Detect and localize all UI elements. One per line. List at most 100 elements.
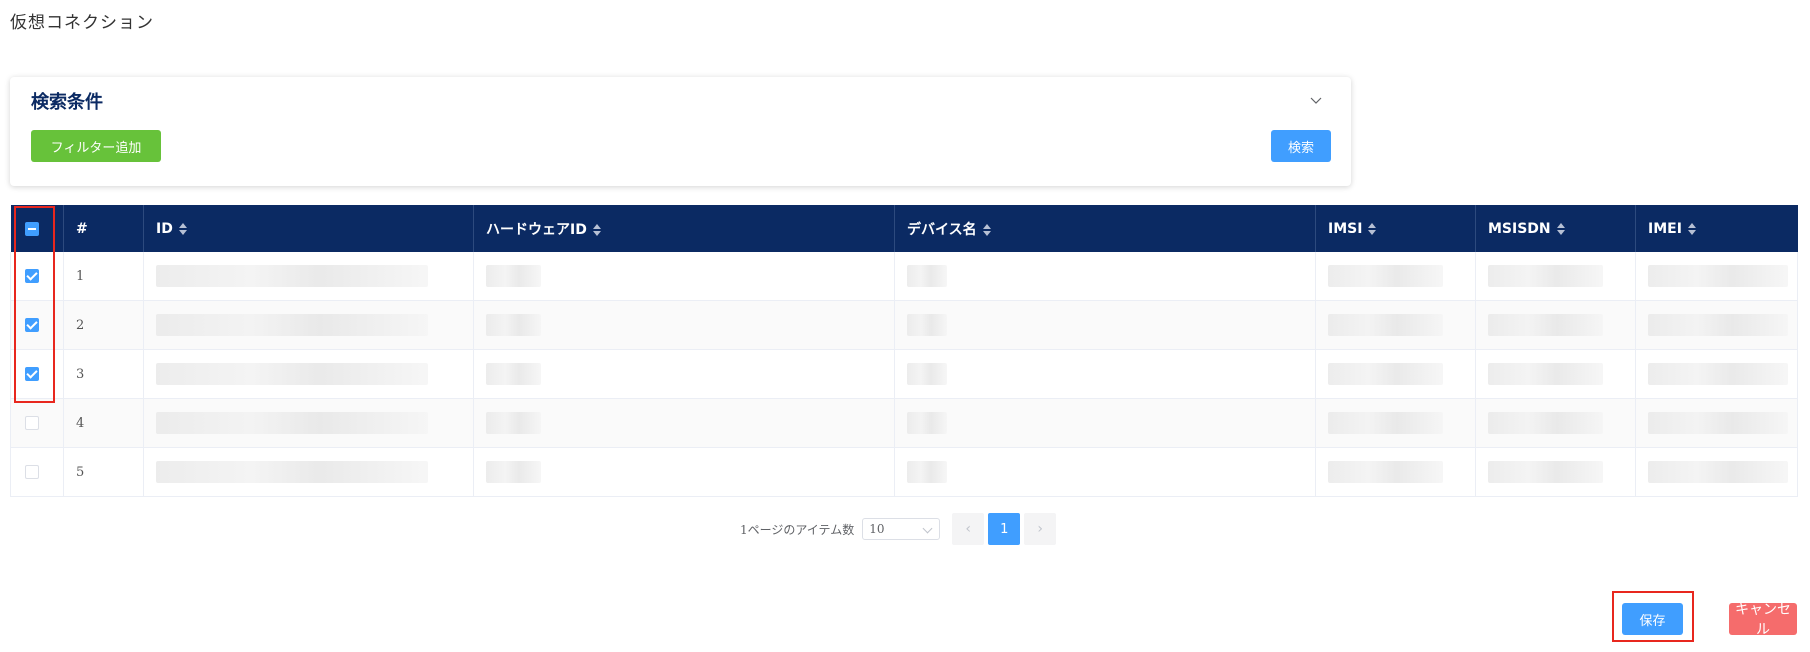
prev-page-button[interactable]: ‹ [952,513,985,545]
page-size-value: 10 [869,522,885,536]
device-name-cell [894,300,1316,350]
column-header-imsi[interactable]: IMSI [1315,205,1476,252]
save-button[interactable]: 保存 [1622,603,1683,635]
column-header-device-name[interactable]: デバイス名 [894,205,1316,252]
hardware-id-cell [473,300,895,350]
redacted-value [907,265,947,287]
imsi-cell [1315,300,1476,350]
column-label: MSISDN [1488,220,1551,237]
hardware-id-cell [473,447,895,497]
row-select-cell [10,349,64,399]
imei-cell [1635,398,1798,448]
column-label: ハードウェアID [486,221,587,238]
imsi-cell [1315,349,1476,399]
page-title: 仮想コネクション [10,13,154,33]
sort-icon[interactable] [982,223,991,236]
row-index: 4 [63,398,144,448]
column-label: デバイス名 [907,221,977,238]
msisdn-cell [1475,398,1636,448]
cancel-button[interactable]: キャンセル [1729,602,1797,638]
redacted-value [1648,265,1788,287]
search-panel-title: 検索条件 [31,92,103,113]
id-cell [143,447,474,497]
redacted-value [907,412,947,434]
column-label: IMEI [1648,220,1682,237]
row-select-cell [10,447,64,497]
redacted-value [486,314,541,336]
redacted-value [156,412,428,434]
redacted-value [1648,412,1788,434]
msisdn-cell [1475,349,1636,399]
hardware-id-cell [473,252,895,301]
redacted-value [486,412,541,434]
redacted-value [907,363,947,385]
device-name-cell [894,398,1316,448]
column-header-msisdn[interactable]: MSISDN [1475,205,1636,252]
table-row[interactable]: 4 [10,398,1798,448]
next-page-button[interactable]: › [1024,513,1057,545]
page-number-button[interactable]: 1 [988,513,1021,545]
redacted-value [907,461,947,483]
items-per-page-label: 1ページのアイテム数 [740,522,855,537]
row-checkbox[interactable] [25,318,39,332]
row-index: 5 [63,447,144,497]
row-index: 1 [63,252,144,301]
sort-icon[interactable] [1556,222,1565,235]
redacted-value [156,314,428,336]
device-name-cell [894,349,1316,399]
sort-icon[interactable] [1368,222,1377,235]
row-select-cell [10,398,64,448]
imsi-cell [1315,398,1476,448]
redacted-value [1488,314,1603,336]
column-label: # [76,220,88,237]
sort-icon[interactable] [1687,222,1696,235]
page-size-select[interactable]: 10 [862,518,941,540]
search-button[interactable]: 検索 [1271,130,1331,162]
redacted-value [907,314,947,336]
redacted-value [486,265,541,287]
row-checkbox[interactable] [25,269,39,283]
select-all-checkbox[interactable] [24,221,39,236]
table-row[interactable]: 1 [10,252,1798,301]
column-header-hardware-id[interactable]: ハードウェアID [473,205,895,252]
device-name-cell [894,252,1316,301]
column-header-id[interactable]: ID [143,205,474,252]
redacted-value [1488,363,1603,385]
id-cell [143,398,474,448]
redacted-value [1648,314,1788,336]
row-checkbox[interactable] [25,367,39,381]
chevron-down-icon[interactable] [1309,93,1323,107]
search-panel: 検索条件 フィルター追加 検索 [10,77,1351,186]
row-index: 3 [63,349,144,399]
table-row[interactable]: 2 [10,300,1798,350]
table-row[interactable]: 5 [10,447,1798,497]
add-filter-button[interactable]: フィルター追加 [31,130,161,162]
redacted-value [1648,363,1788,385]
column-header-imei[interactable]: IMEI [1635,205,1798,252]
select-all-header [10,205,64,252]
redacted-value [1328,363,1443,385]
imei-cell [1635,252,1798,301]
redacted-value [1328,461,1443,483]
redacted-value [156,265,428,287]
msisdn-cell [1475,252,1636,301]
column-label: IMSI [1328,220,1363,237]
row-checkbox[interactable] [25,465,39,479]
imei-cell [1635,300,1798,350]
redacted-value [486,363,541,385]
redacted-value [1488,461,1603,483]
column-label: ID [156,220,173,237]
redacted-value [156,461,428,483]
sort-icon[interactable] [178,222,187,235]
id-cell [143,349,474,399]
row-select-cell [10,252,64,301]
imsi-cell [1315,252,1476,301]
hardware-id-cell [473,349,895,399]
sort-icon[interactable] [592,223,601,236]
chevron-down-icon [922,523,933,534]
table-row[interactable]: 3 [10,349,1798,399]
row-checkbox[interactable] [25,416,39,430]
redacted-value [1648,461,1788,483]
id-cell [143,252,474,301]
redacted-value [1328,412,1443,434]
